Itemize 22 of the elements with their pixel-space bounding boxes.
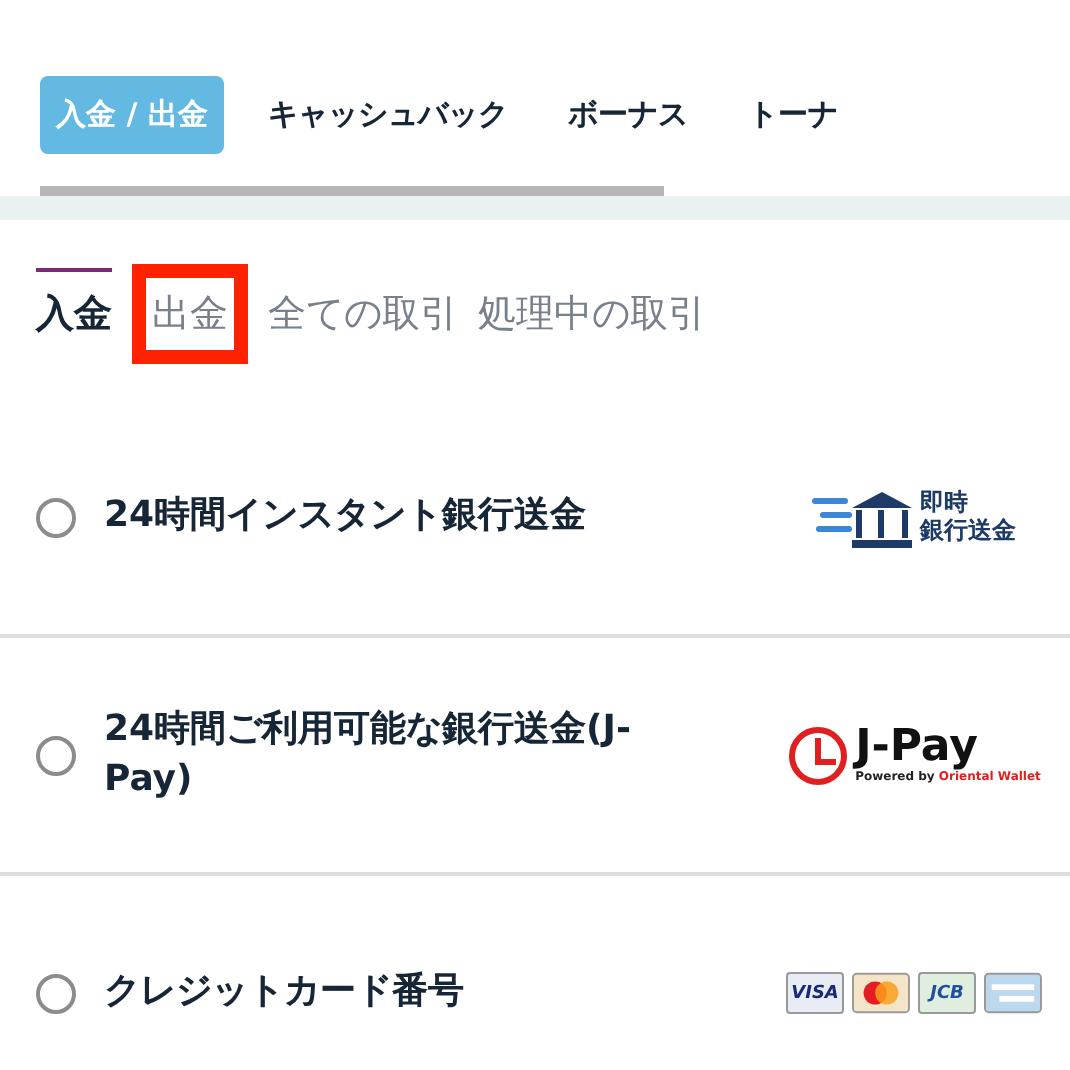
category-tab[interactable]: トーナ (731, 76, 854, 154)
radio-button[interactable] (36, 497, 76, 537)
card-logo-icon (984, 972, 1042, 1014)
bank-icon (812, 487, 912, 547)
transaction-tab[interactable]: 処理中の取引 (478, 268, 706, 348)
card-logo-icon (852, 972, 910, 1014)
radio-button[interactable] (36, 973, 76, 1013)
card-logo: VISA (786, 972, 845, 1014)
logo-text: 即時 (920, 489, 970, 517)
card-logo: JCB (918, 972, 977, 1014)
logo-text: 銀行送金 (920, 517, 1016, 545)
radio-button[interactable] (36, 735, 76, 775)
payment-method-label: クレジットカード番号 (104, 968, 466, 1017)
payment-method-label: 24時間ご利用可能な銀行送金(J-Pay) (104, 706, 633, 803)
transaction-tab[interactable]: 全ての取引 (268, 268, 458, 348)
logo-text: J-Pay (855, 726, 978, 770)
transaction-tab[interactable]: 入金 (36, 268, 112, 348)
category-tab[interactable]: キャッシュバック (251, 76, 524, 154)
transaction-tab[interactable]: 出金 (132, 260, 248, 364)
scrollbar[interactable] (40, 186, 664, 196)
payment-method-label: 24時間インスタント銀行送金 (104, 492, 589, 541)
category-tab[interactable]: ボーナス (551, 76, 704, 154)
